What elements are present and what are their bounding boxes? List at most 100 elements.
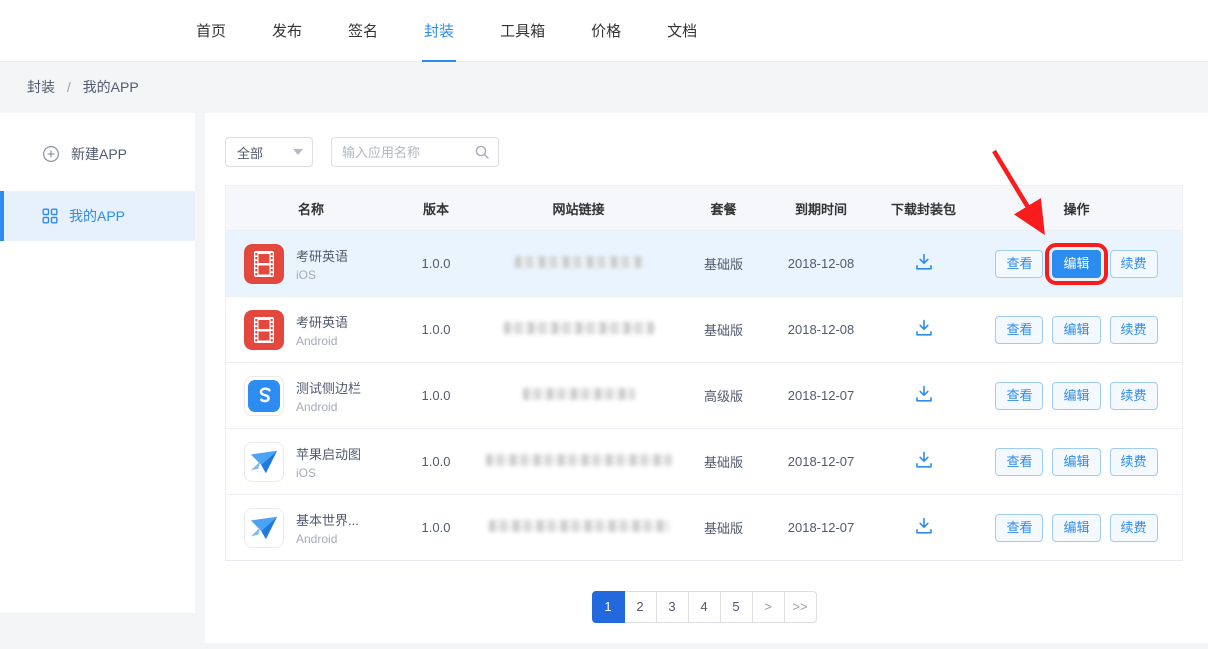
view-button[interactable]: 查看	[995, 250, 1043, 278]
download-icon[interactable]	[914, 318, 934, 338]
nav-item[interactable]: 工具箱	[500, 0, 545, 62]
table-row: 苹果启动图 iOS 1.0.0 基础版 2018-12-07 查看 编辑 续费	[226, 428, 1182, 494]
edit-button[interactable]: 编辑	[1052, 514, 1100, 542]
toolbar: 全部	[225, 137, 1183, 167]
table-body: 考研英语 iOS 1.0.0 基础版 2018-12-08 查看 编辑 续费	[226, 230, 1182, 560]
nav-item-label: 工具箱	[500, 20, 545, 41]
app-plan: 基础版	[681, 518, 766, 537]
film-icon	[244, 310, 284, 350]
table-header-row: 名称版本网站链接套餐到期时间下载封装包操作	[226, 186, 1182, 230]
nav-item-label: 首页	[196, 20, 226, 41]
nav-item-label: 封装	[424, 20, 454, 41]
view-button[interactable]: 查看	[995, 448, 1043, 476]
renew-button[interactable]: 续费	[1110, 382, 1158, 410]
nav-item[interactable]: 封装	[424, 0, 454, 62]
sidebar-item-label: 我的APP	[69, 206, 125, 226]
app-name-cell: 考研英语 iOS	[226, 244, 396, 284]
app-version: 1.0.0	[396, 256, 476, 271]
app-url-masked	[523, 388, 635, 400]
app-expiry: 2018-12-08	[766, 322, 876, 337]
app-plan: 基础版	[681, 254, 766, 273]
table-row: 基本世界... Android 1.0.0 基础版 2018-12-07 查看 …	[226, 494, 1182, 560]
table-header-cell: 版本	[396, 199, 476, 218]
app-plan: 基础版	[681, 452, 766, 471]
nav-item[interactable]: 发布	[272, 0, 302, 62]
chevron-down-icon	[293, 149, 303, 155]
edit-button[interactable]: 编辑	[1052, 448, 1100, 476]
app-version: 1.0.0	[396, 454, 476, 469]
app-platform: Android	[296, 334, 348, 348]
app-name: 苹果启动图	[296, 444, 361, 463]
edit-button[interactable]: 编辑	[1052, 316, 1100, 344]
app-platform: iOS	[296, 268, 348, 282]
app-platform: Android	[296, 400, 361, 414]
app-expiry: 2018-12-07	[766, 454, 876, 469]
edit-button[interactable]: 编辑	[1052, 382, 1100, 410]
pagination-next[interactable]: >	[752, 591, 785, 623]
sidebar-item-my-app[interactable]: 我的APP	[0, 191, 195, 241]
app-name-cell: 测试侧边栏 Android	[226, 376, 396, 416]
table-header-cell: 操作	[971, 199, 1182, 218]
pagination-page[interactable]: 4	[688, 591, 721, 623]
nav-item[interactable]: 价格	[591, 0, 621, 62]
paperplane-icon	[244, 442, 284, 482]
renew-button[interactable]: 续费	[1110, 250, 1158, 278]
table-header-cell: 网站链接	[476, 199, 681, 218]
sidebar: 新建APP 我的APP	[0, 113, 195, 613]
app-url-masked	[515, 256, 643, 268]
pagination-page[interactable]: 2	[624, 591, 657, 623]
app-plan: 基础版	[681, 320, 766, 339]
breadcrumb-separator: /	[67, 79, 71, 95]
table-header-cell: 套餐	[681, 199, 766, 218]
nav-item-label: 签名	[348, 20, 378, 41]
renew-button[interactable]: 续费	[1110, 448, 1158, 476]
table-row: 考研英语 iOS 1.0.0 基础版 2018-12-08 查看 编辑 续费	[226, 230, 1182, 296]
download-icon[interactable]	[914, 384, 934, 404]
pagination-last[interactable]: >>	[784, 591, 817, 623]
app-name: 测试侧边栏	[296, 378, 361, 397]
app-expiry: 2018-12-07	[766, 520, 876, 535]
pagination-page[interactable]: 3	[656, 591, 689, 623]
sidebar-item-label: 新建APP	[71, 144, 127, 164]
pagination-page[interactable]: 5	[720, 591, 753, 623]
table-row: 测试侧边栏 Android 1.0.0 高级版 2018-12-07 查看 编辑…	[226, 362, 1182, 428]
breadcrumb-item-my-app: 我的APP	[83, 79, 139, 95]
filter-select[interactable]: 全部	[225, 137, 313, 167]
nav-item[interactable]: 首页	[196, 0, 226, 62]
search-icon[interactable]	[474, 144, 490, 165]
app-table: 名称版本网站链接套餐到期时间下载封装包操作 考研英语 iOS 1.0.0 基础版…	[225, 185, 1183, 561]
app-expiry: 2018-12-08	[766, 256, 876, 271]
table-header-cell: 到期时间	[766, 199, 876, 218]
main-panel: 全部 名称版本网站链接套餐到期时间下载封装包操作 考研英语 iOS	[205, 113, 1208, 643]
s-logo-icon	[244, 376, 284, 416]
table-header-cell: 下载封装包	[876, 199, 971, 218]
app-name: 考研英语	[296, 312, 348, 331]
download-icon[interactable]	[914, 252, 934, 272]
app-url-cell	[476, 454, 681, 469]
breadcrumb: 封装 / 我的APP	[0, 62, 1208, 113]
view-button[interactable]: 查看	[995, 382, 1043, 410]
renew-button[interactable]: 续费	[1110, 514, 1158, 542]
download-icon[interactable]	[914, 450, 934, 470]
pagination-page[interactable]: 1	[592, 591, 625, 623]
top-nav: 首页 发布 签名 封装 工具箱 价格 文档	[0, 0, 1208, 62]
app-expiry: 2018-12-07	[766, 388, 876, 403]
app-plan: 高级版	[681, 386, 766, 405]
app-url-cell	[476, 520, 681, 535]
nav-item[interactable]: 文档	[667, 0, 697, 62]
sidebar-item-new-app[interactable]: 新建APP	[0, 129, 195, 179]
app-platform: Android	[296, 532, 359, 546]
download-icon[interactable]	[914, 516, 934, 536]
nav-item-label: 文档	[667, 20, 697, 41]
nav-item[interactable]: 签名	[348, 0, 378, 62]
grid-icon	[42, 208, 58, 224]
app-version: 1.0.0	[396, 520, 476, 535]
edit-button[interactable]: 编辑	[1052, 250, 1100, 278]
renew-button[interactable]: 续费	[1110, 316, 1158, 344]
view-button[interactable]: 查看	[995, 514, 1043, 542]
app-name: 考研英语	[296, 246, 348, 265]
film-icon	[244, 244, 284, 284]
nav-item-label: 价格	[591, 20, 621, 41]
breadcrumb-item-package[interactable]: 封装	[27, 79, 55, 95]
view-button[interactable]: 查看	[995, 316, 1043, 344]
